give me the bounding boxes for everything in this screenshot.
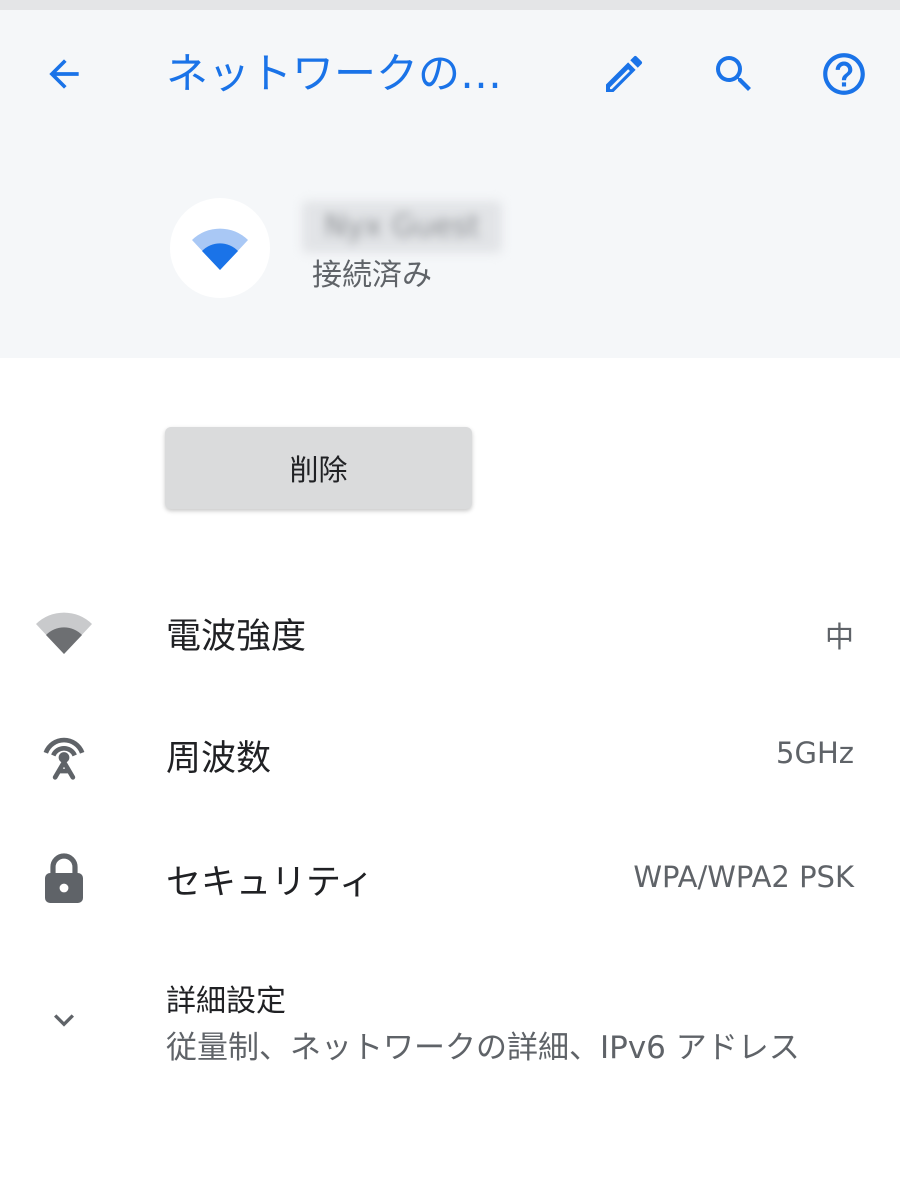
- pencil-icon: [606, 55, 643, 92]
- help-button[interactable]: [808, 38, 880, 110]
- security-value: WPA/WPA2 PSK: [633, 860, 854, 894]
- network-icon-badge: [170, 198, 270, 298]
- antenna-icon: [43, 737, 85, 780]
- delete-button[interactable]: 削除: [165, 427, 472, 509]
- wifi-signal-icon: [192, 228, 248, 270]
- frequency-icon-wrap: [26, 716, 102, 792]
- signal-strength-value: 中: [824, 620, 854, 654]
- frequency-row[interactable]: 周波数 5GHz: [0, 714, 900, 794]
- lock-icon: [45, 853, 83, 903]
- page-title: ネットワークの…: [166, 49, 503, 98]
- security-label: セキュリティ: [166, 863, 374, 903]
- advanced-settings-label: 詳細設定: [166, 984, 286, 1019]
- signal-icon-wrap: [26, 594, 102, 670]
- chevron-down-icon: [54, 1014, 74, 1027]
- help-circle-icon: [823, 53, 865, 95]
- advanced-settings-summary: 従量制、ネットワークの詳細、IPv6 アドレス: [166, 1030, 800, 1066]
- search-button[interactable]: [698, 38, 770, 110]
- advanced-settings-row[interactable]: 詳細設定 従量制、ネットワークの詳細、IPv6 アドレス: [0, 970, 900, 1070]
- arrow-back-icon: [49, 59, 79, 89]
- signal-strength-label: 電波強度: [166, 617, 307, 657]
- back-button[interactable]: [28, 38, 100, 110]
- security-icon-wrap: [26, 840, 102, 916]
- advanced-icon-wrap: [26, 982, 102, 1058]
- frequency-value: 5GHz: [776, 736, 854, 770]
- signal-strength-row[interactable]: 電波強度 中: [0, 592, 900, 672]
- network-status: 接続済み: [312, 258, 432, 293]
- frequency-label: 周波数: [166, 739, 272, 779]
- wifi-signal-icon: [36, 612, 92, 654]
- edit-button[interactable]: [588, 38, 660, 110]
- network-name: Nyx Guest: [302, 201, 502, 253]
- status-bar-strip: [0, 0, 900, 10]
- security-row[interactable]: セキュリティ WPA/WPA2 PSK: [0, 838, 900, 918]
- search-icon: [716, 56, 751, 91]
